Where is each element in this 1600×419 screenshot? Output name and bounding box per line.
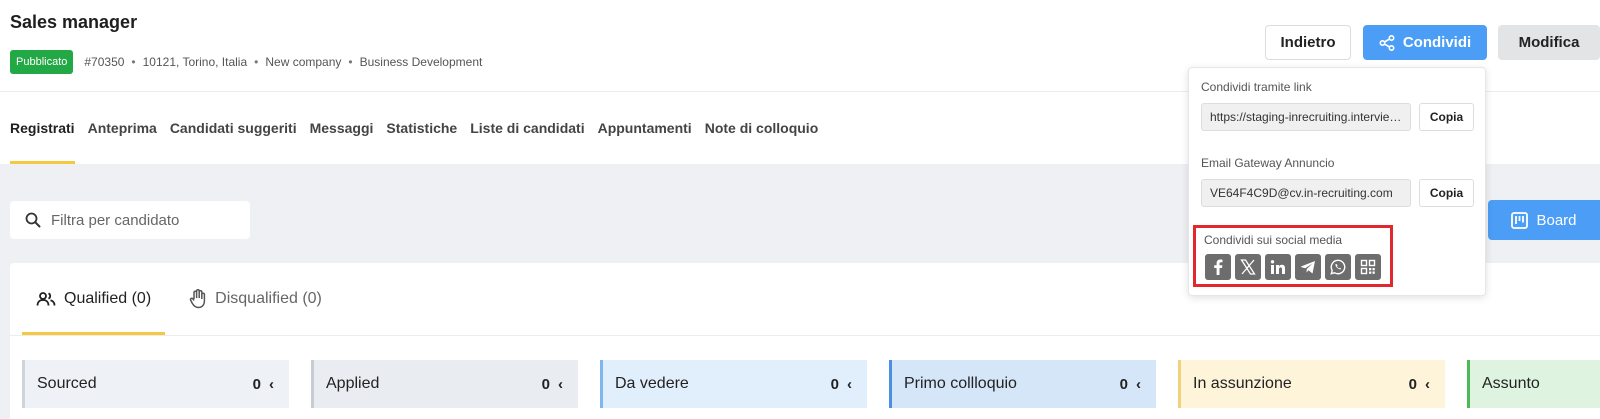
- stage-label: Assunto: [1482, 375, 1540, 392]
- stage-column[interactable]: Applied 0 ‹: [311, 360, 578, 408]
- meta-separator: •: [348, 55, 353, 69]
- tab-disqualified-label: Disqualified (0): [215, 290, 322, 307]
- tab-candidati-suggeriti[interactable]: Candidati suggeriti: [170, 92, 297, 164]
- tab-qualified[interactable]: Qualified (0): [22, 263, 166, 335]
- tab-liste-di-candidati[interactable]: Liste di candidati: [470, 92, 584, 164]
- tab-anteprima[interactable]: Anteprima: [88, 92, 157, 164]
- meta-separator: •: [254, 55, 259, 69]
- stage-label: Primo collloquio: [904, 375, 1017, 392]
- stage-column[interactable]: In assunzione 0 ‹: [1178, 360, 1445, 408]
- share-link-label: Condividi tramite link: [1201, 80, 1312, 94]
- email-gateway-field[interactable]: VE64F4C9D@cv.in-recruiting.com: [1201, 179, 1411, 207]
- stage-count: 0 ‹: [252, 375, 274, 393]
- tab-divider: [10, 335, 1600, 336]
- share-button[interactable]: Condividi: [1363, 25, 1487, 60]
- qualification-tabs: Qualified (0) Disqualified (0): [22, 263, 346, 335]
- tab-note-di-colloquio[interactable]: Note di colloquio: [705, 92, 819, 164]
- board-button-label: Board: [1536, 211, 1577, 229]
- back-button[interactable]: Indietro: [1265, 25, 1351, 60]
- social-share-label: Condividi sui social media: [1204, 233, 1343, 247]
- board-icon: [1511, 211, 1529, 229]
- board-button[interactable]: Board: [1488, 200, 1600, 240]
- tab-statistiche[interactable]: Statistiche: [386, 92, 457, 164]
- job-company: New company: [265, 55, 342, 69]
- share-icon: [1379, 34, 1395, 51]
- chevron-left-icon[interactable]: ‹: [1425, 376, 1430, 393]
- edit-button[interactable]: Modifica: [1498, 25, 1600, 60]
- candidate-filter-input[interactable]: [51, 211, 231, 229]
- tab-messaggi[interactable]: Messaggi: [310, 92, 374, 164]
- copy-email-button[interactable]: Copia: [1419, 179, 1474, 207]
- meta-separator: •: [131, 55, 136, 69]
- people-icon: [36, 292, 56, 306]
- chevron-left-icon[interactable]: ‹: [269, 376, 274, 393]
- job-department: Business Development: [359, 55, 483, 69]
- social-icons: [1205, 254, 1385, 280]
- whatsapp-icon[interactable]: [1325, 254, 1351, 280]
- linkedin-icon[interactable]: [1265, 254, 1291, 280]
- stage-column[interactable]: Sourced 0 ‹: [22, 360, 289, 408]
- share-link-field[interactable]: https://staging-inrecruiting.intervieweb…: [1201, 103, 1411, 131]
- job-meta: Pubblicato #70350 • 10121, Torino, Itali…: [10, 50, 482, 74]
- chevron-left-icon[interactable]: ‹: [847, 376, 852, 393]
- qr-code-icon[interactable]: [1355, 254, 1381, 280]
- stage-label: Da vedere: [615, 375, 689, 392]
- stage-column[interactable]: Da vedere 0 ‹: [600, 360, 867, 408]
- chevron-left-icon[interactable]: ‹: [558, 376, 563, 393]
- job-location: 10121, Torino, Italia: [142, 55, 248, 69]
- stage-label: In assunzione: [1193, 375, 1292, 392]
- tab-disqualified[interactable]: Disqualified (0): [175, 263, 336, 335]
- hand-icon: [190, 289, 206, 309]
- job-id: #70350: [84, 55, 125, 69]
- copy-link-button[interactable]: Copia: [1419, 103, 1474, 131]
- tab-registrati[interactable]: Registrati: [10, 92, 75, 164]
- stage-count: 0 ‹: [541, 375, 563, 393]
- chevron-left-icon[interactable]: ‹: [1136, 376, 1141, 393]
- status-badge: Pubblicato: [10, 50, 74, 74]
- candidate-filter[interactable]: [10, 201, 250, 239]
- stage-count: 0 ‹: [1408, 375, 1430, 393]
- share-dropdown: Condividi tramite link https://staging-i…: [1188, 67, 1486, 296]
- telegram-icon[interactable]: [1295, 254, 1321, 280]
- email-gateway-label: Email Gateway Annuncio: [1201, 156, 1335, 170]
- share-button-label: Condividi: [1402, 34, 1472, 51]
- stage-label: Sourced: [37, 375, 97, 392]
- page-title: Sales manager: [10, 12, 138, 32]
- x-icon[interactable]: [1235, 254, 1261, 280]
- job-tabs: Registrati Anteprima Candidati suggeriti…: [10, 92, 831, 164]
- search-icon: [25, 212, 41, 228]
- tab-qualified-label: Qualified (0): [64, 290, 152, 307]
- stage-count: 0 ‹: [1119, 375, 1141, 393]
- facebook-icon[interactable]: [1205, 254, 1231, 280]
- stage-label: Applied: [326, 375, 380, 392]
- stage-column[interactable]: Assunto: [1467, 360, 1600, 408]
- social-share-section: Condividi sui social media: [1193, 225, 1393, 287]
- tab-appuntamenti[interactable]: Appuntamenti: [598, 92, 692, 164]
- stage-count: 0 ‹: [830, 375, 852, 393]
- stage-column[interactable]: Primo collloquio 0 ‹: [889, 360, 1156, 408]
